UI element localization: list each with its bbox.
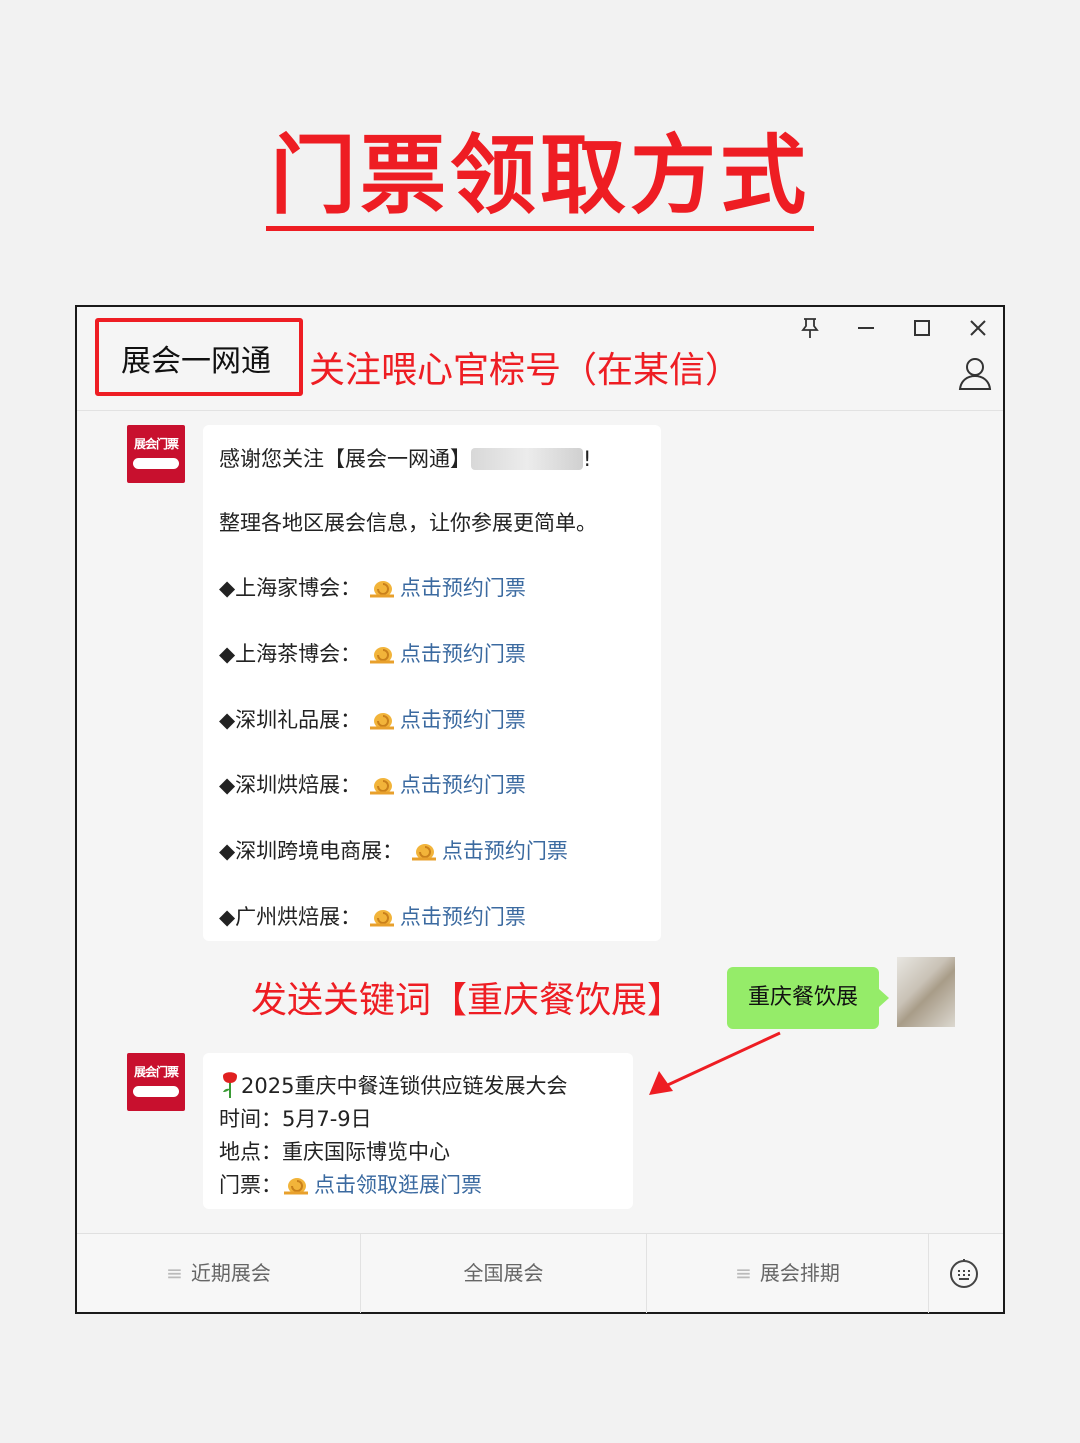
avatar-badge <box>133 458 179 469</box>
headline: 门票领取方式 <box>0 128 1080 231</box>
menu-national-exhibitions[interactable]: 全国展会 <box>361 1234 647 1313</box>
avatar-text: 展会门票 <box>133 437 179 451</box>
snail-emoji-icon <box>369 713 394 730</box>
user-profile-icon[interactable] <box>957 355 993 391</box>
list-item: ◆深圳跨境电商展： 点击预约门票 <box>219 835 568 865</box>
menu-label: 近期展会 <box>190 1261 271 1285</box>
close-icon[interactable] <box>963 317 993 347</box>
item-label: ◆上海家博会： <box>219 576 362 600</box>
rose-icon <box>223 1072 237 1098</box>
item-label: ◆上海茶博会： <box>219 642 362 666</box>
maximize-icon[interactable] <box>907 317 937 347</box>
menu-exhibition-schedule[interactable]: ≡ 展会排期 <box>647 1234 929 1313</box>
ticket-link[interactable]: 点击领取逛展门票 <box>282 1173 482 1197</box>
item-label: ◆深圳礼品展： <box>219 708 362 732</box>
item-label: ◆深圳烘焙展： <box>219 773 362 797</box>
follow-annotation: 关注喂心官棕号（在某信） <box>309 350 742 391</box>
list-item: ◆深圳烘焙展： 点击预约门票 <box>219 769 526 799</box>
chat-window: 展会一网通 关注喂心官棕号（在某信） 展会门票 感谢您关注【展会一网通】! 整理… <box>75 305 1005 1314</box>
keyboard-toggle-icon[interactable] <box>947 1256 981 1290</box>
menu-recent-exhibitions[interactable]: ≡ 近期展会 <box>77 1234 361 1313</box>
title-bar: 展会一网通 关注喂心官棕号（在某信） <box>77 307 1003 411</box>
list-item: ◆上海茶博会： 点击预约门票 <box>219 638 526 668</box>
bottom-menu-bar: ≡ 近期展会 全国展会 ≡ 展会排期 <box>77 1233 1003 1313</box>
avatar-text: 展会门票 <box>133 1065 179 1079</box>
official-account-avatar[interactable]: 展会门票 <box>127 425 185 483</box>
menu-list-icon: ≡ <box>735 1261 752 1285</box>
ticket-link[interactable]: 点击预约门票 <box>368 773 526 797</box>
red-arrow-icon <box>649 1031 781 1095</box>
official-account-avatar[interactable]: 展会门票 <box>127 1053 185 1111</box>
greeting-suffix: ! <box>583 447 592 471</box>
event-place: 地点：重庆国际博览中心 <box>219 1140 450 1164</box>
welcome-greeting: 感谢您关注【展会一网通】! <box>219 443 591 473</box>
snail-emoji-icon <box>369 778 394 795</box>
ticket-label: 门票： <box>219 1173 282 1197</box>
menu-list-icon: ≡ <box>166 1261 183 1285</box>
link-text[interactable]: 点击预约门票 <box>442 839 568 863</box>
welcome-intro: 整理各地区展会信息，让你参展更简单。 <box>219 511 597 535</box>
item-label: ◆深圳跨境电商展： <box>219 839 404 863</box>
event-time: 时间：5月7-9日 <box>219 1107 372 1131</box>
keyword-annotation: 发送关键词【重庆餐饮展】 <box>251 980 684 1021</box>
account-name-highlight: 展会一网通 <box>95 318 303 396</box>
list-item: ◆广州烘焙展： 点击预约门票 <box>219 901 526 931</box>
snail-emoji-icon <box>369 581 394 598</box>
ticket-link[interactable]: 点击预约门票 <box>410 839 568 863</box>
snail-emoji-icon <box>369 647 394 664</box>
snail-emoji-icon <box>411 844 436 861</box>
snail-emoji-icon <box>284 1178 308 1195</box>
event-ticket-line: 门票： 点击领取逛展门票 <box>219 1169 482 1199</box>
item-label: ◆广州烘焙展： <box>219 905 362 929</box>
minimize-icon[interactable] <box>851 317 881 347</box>
list-item: ◆深圳礼品展： 点击预约门票 <box>219 704 526 734</box>
ticket-link[interactable]: 点击预约门票 <box>368 642 526 666</box>
account-name: 展会一网通 <box>121 344 271 379</box>
link-text[interactable]: 点击预约门票 <box>400 708 526 732</box>
link-text[interactable]: 点击预约门票 <box>400 905 526 929</box>
link-text[interactable]: 点击预约门票 <box>400 576 526 600</box>
link-text[interactable]: 点击领取逛展门票 <box>314 1173 482 1197</box>
event-title: 2025重庆中餐连锁供应链发展大会 <box>241 1074 568 1098</box>
blurred-text <box>471 448 583 470</box>
headline-text: 门票领取方式 <box>266 128 814 231</box>
ticket-link[interactable]: 点击预约门票 <box>368 708 526 732</box>
pin-icon[interactable] <box>795 317 825 347</box>
menu-label: 全国展会 <box>463 1261 544 1285</box>
snail-emoji-icon <box>369 910 394 927</box>
avatar-badge <box>133 1086 179 1097</box>
event-title-line: 2025重庆中餐连锁供应链发展大会 <box>219 1069 567 1100</box>
ticket-link[interactable]: 点击预约门票 <box>368 576 526 600</box>
greeting-text: 感谢您关注【展会一网通】 <box>219 447 471 471</box>
list-item: ◆上海家博会： 点击预约门票 <box>219 572 526 602</box>
welcome-message-bubble: 感谢您关注【展会一网通】! 整理各地区展会信息，让你参展更简单。 ◆上海家博会：… <box>203 425 661 941</box>
ticket-link[interactable]: 点击预约门票 <box>368 905 526 929</box>
sent-message-bubble[interactable]: 重庆餐饮展 <box>727 967 889 1029</box>
link-text[interactable]: 点击预约门票 <box>400 642 526 666</box>
user-avatar[interactable] <box>897 957 955 1027</box>
reply-message-bubble: 2025重庆中餐连锁供应链发展大会 时间：5月7-9日 地点：重庆国际博览中心 … <box>203 1053 633 1209</box>
link-text[interactable]: 点击预约门票 <box>400 773 526 797</box>
menu-label: 展会排期 <box>759 1261 840 1285</box>
